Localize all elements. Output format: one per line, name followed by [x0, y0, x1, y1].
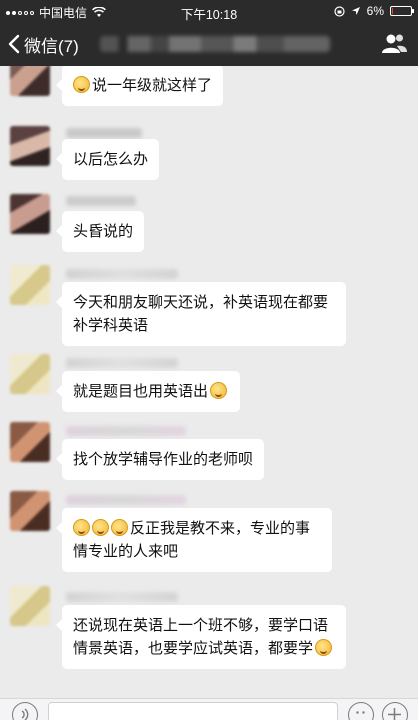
location-arrow-icon — [351, 7, 360, 15]
sender-avatar[interactable] — [10, 126, 50, 166]
message-bubble[interactable]: 就是题目也用英语出 — [55, 371, 241, 412]
voice-input-button[interactable] — [12, 702, 38, 720]
sender-avatar[interactable] — [10, 194, 50, 234]
laughing-emoji-icon — [92, 519, 109, 536]
battery-percent: 6% — [366, 4, 384, 18]
laughing-emoji-icon — [111, 519, 128, 536]
message-text: 就是题目也用英语出 — [73, 382, 209, 400]
voice-icon — [21, 708, 29, 720]
back-button[interactable]: 微信(7) — [8, 22, 79, 66]
input-bar — [0, 698, 418, 720]
status-right: 6% — [334, 4, 414, 18]
sender-nickname-obscured — [66, 592, 178, 602]
message-text: 找个放学辅导作业的老师呗 — [73, 450, 254, 468]
laughing-emoji-icon — [73, 76, 90, 93]
sender-avatar[interactable] — [10, 66, 50, 96]
laughing-emoji-icon — [315, 639, 333, 656]
laughing-emoji-icon — [73, 519, 90, 536]
back-label: 微信(7) — [24, 36, 79, 56]
sender-nickname-obscured — [66, 128, 142, 138]
sender-avatar[interactable] — [10, 586, 50, 626]
message-bubble[interactable]: 找个放学辅导作业的老师呗 — [55, 439, 265, 480]
rotation-lock-icon — [334, 5, 345, 17]
message-input[interactable] — [48, 702, 338, 720]
sender-nickname-obscured — [66, 426, 186, 436]
sender-avatar[interactable] — [10, 354, 50, 394]
smiley-icon — [356, 711, 365, 714]
message-text: 说一年级就这样了 — [92, 76, 213, 94]
message-text: 今天和朋友聊天还说，补英语现在都要补学科英语 — [73, 293, 329, 334]
group-profile-icon[interactable] — [380, 30, 408, 58]
emoji-picker-button[interactable] — [348, 702, 374, 720]
sender-nickname-obscured — [66, 358, 178, 368]
sender-avatar[interactable] — [10, 422, 50, 462]
sender-nickname-obscured — [66, 269, 178, 279]
more-options-button[interactable] — [382, 702, 408, 720]
sender-avatar[interactable] — [10, 491, 50, 531]
message-text: 以后怎么办 — [73, 150, 149, 168]
chat-history[interactable]: 说一年级就这样了 以后怎么办 头昏说的 今天和朋友聊天还说，补英语现在都要补学科… — [0, 66, 418, 698]
battery-level-fill — [392, 8, 393, 14]
sender-nickname-obscured — [66, 495, 186, 505]
chat-title-obscured — [100, 36, 330, 52]
message-bubble[interactable]: 以后怎么办 — [55, 139, 160, 180]
message-text: 头昏说的 — [73, 222, 134, 240]
plus-icon — [388, 708, 401, 720]
sender-nickname-obscured — [66, 196, 136, 206]
sender-avatar[interactable] — [10, 265, 50, 305]
nav-bar: 微信(7) — [0, 22, 418, 66]
message-bubble[interactable]: 头昏说的 — [55, 211, 145, 252]
message-text: 还说现在英语上一个班不够，要学口语情景英语，也要学应试英语，都要学 — [73, 616, 329, 657]
message-bubble[interactable]: 反正我是教不来，专业的事情专业的人来吧 — [56, 508, 332, 572]
status-bar: 中国电信 下午10:18 6% — [0, 0, 418, 22]
battery-icon — [390, 6, 414, 16]
message-bubble[interactable]: 还说现在英语上一个班不够，要学口语情景英语，也要学应试英语，都要学 — [56, 605, 346, 669]
laughing-emoji-icon — [210, 382, 228, 399]
message-bubble[interactable]: 今天和朋友聊天还说，补英语现在都要补学科英语 — [56, 282, 346, 346]
message-bubble[interactable]: 说一年级就这样了 — [55, 66, 224, 106]
chevron-left-icon — [8, 34, 20, 54]
